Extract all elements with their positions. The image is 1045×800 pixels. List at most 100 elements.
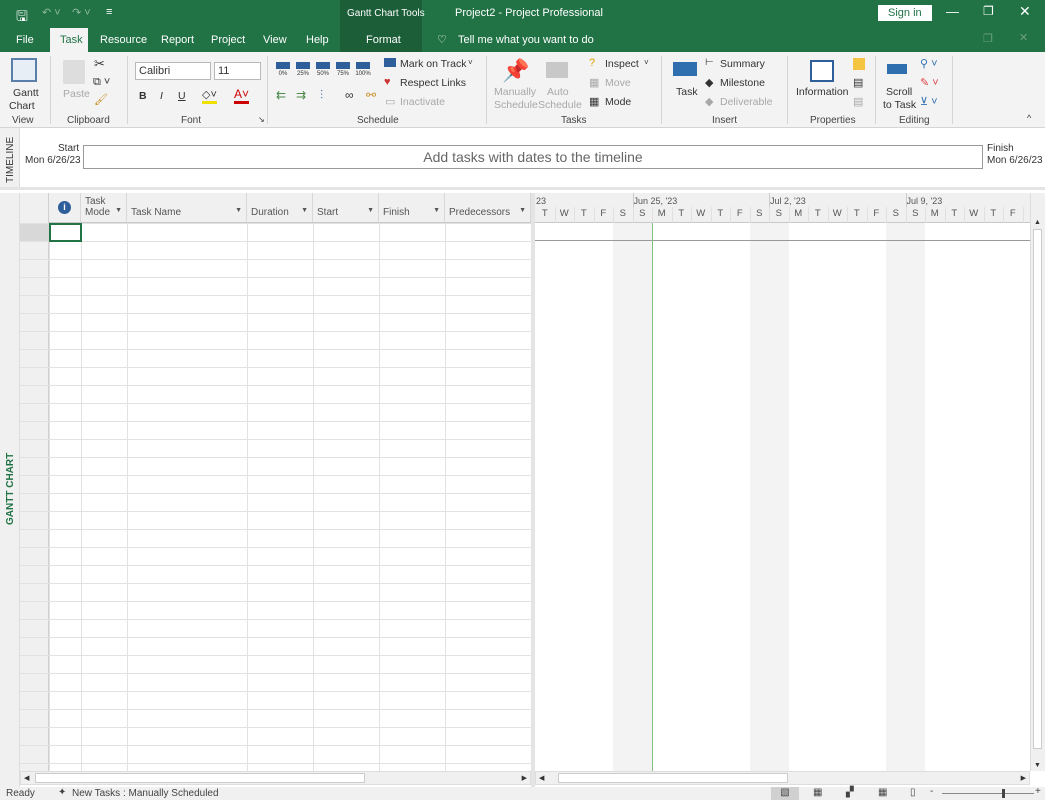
inactivate-button[interactable]: Inactivate (400, 96, 445, 108)
zoom-slider-thumb[interactable] (1002, 789, 1005, 798)
column-header-predecessors[interactable]: Predecessors ▼ (445, 193, 531, 223)
find-icon[interactable]: ⚲ ˅ (920, 57, 938, 70)
information-button[interactable]: Information (796, 86, 849, 98)
unlink-icon[interactable]: ⚯ (366, 88, 376, 102)
font-name-dropdown[interactable]: Calibri (135, 62, 211, 80)
dropdown-arrow-icon[interactable]: ▼ (301, 207, 308, 214)
table-horizontal-scrollbar[interactable]: ◀ ▶ (20, 771, 531, 785)
mode-button[interactable]: Mode (605, 96, 631, 108)
paste-button[interactable]: Paste (63, 88, 90, 100)
outdent-icon[interactable]: ⇇ (276, 88, 286, 102)
active-cell[interactable] (49, 223, 82, 242)
highlight-color-icon[interactable]: ◇˅ (202, 88, 217, 104)
milestone-button[interactable]: Milestone (720, 77, 765, 89)
restore-icon[interactable]: ❐ (983, 4, 994, 18)
column-header-duration[interactable]: Duration ▼ (247, 193, 313, 223)
dropdown-arrow-icon[interactable]: ▼ (235, 207, 242, 214)
tab-report[interactable]: Report (151, 28, 204, 52)
summary-button[interactable]: Summary (720, 58, 765, 70)
move-button[interactable]: Move (605, 77, 631, 89)
percent-complete-0%-button[interactable] (276, 62, 290, 69)
resource-sheet-view-icon[interactable]: ▦ (878, 787, 887, 798)
dropdown-arrow-icon[interactable]: ▼ (367, 207, 374, 214)
team-planner-view-icon[interactable]: ▞ (846, 787, 854, 798)
close-doc-icon[interactable]: ✕ (1019, 31, 1028, 44)
restore-doc-icon[interactable]: ❐ (983, 32, 993, 45)
new-tasks-mode[interactable]: New Tasks : Manually Scheduled (72, 788, 219, 799)
notes-icon[interactable] (853, 58, 865, 70)
manually-schedule-button-line2[interactable]: Schedule (494, 99, 538, 111)
tab-help[interactable]: Help (296, 28, 339, 52)
vertical-scrollbar[interactable]: ▲ ▼ (1030, 193, 1045, 771)
gantt-view-icon[interactable]: ▧ (771, 787, 799, 800)
percent-complete-25%-button[interactable] (296, 62, 310, 69)
indent-icon[interactable]: ⇉ (296, 88, 306, 102)
minimize-icon[interactable]: — (946, 4, 959, 19)
zoom-out-icon[interactable]: - (930, 786, 933, 797)
gantt-chart-button[interactable]: Gantt (13, 87, 39, 99)
split-bar[interactable] (531, 193, 535, 787)
sign-in-button[interactable]: Sign in (878, 5, 932, 21)
underline-button[interactable]: U (178, 90, 186, 102)
timeline-bar[interactable]: Add tasks with dates to the timeline (83, 145, 983, 169)
details-icon[interactable]: ▤ (853, 76, 863, 89)
column-header-task-name[interactable]: Task Name ▼ (127, 193, 247, 223)
font-dialog-launcher-icon[interactable]: ↘ (258, 115, 265, 124)
close-icon[interactable]: ✕ (1019, 3, 1031, 20)
scroll-to-task-button[interactable]: Scroll (886, 86, 912, 98)
chevron-down-icon[interactable]: ˅ (468, 58, 473, 67)
italic-button[interactable]: I (160, 90, 163, 102)
task-usage-view-icon[interactable]: ▦ (813, 787, 822, 798)
scroll-to-task-button-line2[interactable]: to Task (883, 99, 916, 111)
copy-icon[interactable]: ⧉ ˅ (93, 76, 110, 89)
font-size-dropdown[interactable]: 11 (214, 62, 261, 80)
manually-schedule-button[interactable]: Manually (494, 86, 536, 98)
column-header-start[interactable]: Start ▼ (313, 193, 379, 223)
tab-task[interactable]: Task (50, 28, 88, 52)
zoom-slider[interactable] (942, 793, 1034, 794)
tab-project[interactable]: Project (201, 28, 255, 52)
tell-me-search[interactable]: Tell me what you want to do (458, 34, 594, 46)
customize-qat-icon[interactable]: ≡ (106, 6, 112, 18)
tab-format[interactable]: Format (356, 28, 411, 52)
percent-complete-75%-button[interactable] (336, 62, 350, 69)
format-painter-icon[interactable]: 🖌 (94, 93, 108, 106)
percent-complete-50%-button[interactable] (316, 62, 330, 69)
column-header-task-mode[interactable]: Task Mode ▼ (81, 193, 127, 223)
add-to-timeline-icon[interactable]: ▤ (853, 95, 863, 108)
mark-on-track-button[interactable]: Mark on Track (400, 58, 467, 70)
split-task-icon[interactable]: ⫶ (320, 88, 323, 103)
fill-icon[interactable]: ⊻ ˅ (920, 95, 938, 108)
respect-links-button[interactable]: Respect Links (400, 77, 466, 89)
insert-task-button[interactable]: Task (676, 86, 698, 98)
tab-file[interactable]: File (6, 28, 44, 52)
save-icon[interactable]: 🖫 (16, 6, 28, 30)
dropdown-arrow-icon[interactable]: ▼ (519, 207, 526, 214)
zoom-in-icon[interactable]: + (1035, 786, 1041, 797)
font-color-icon[interactable]: A˅ (234, 87, 250, 104)
dropdown-arrow-icon[interactable]: ▼ (433, 207, 440, 214)
paste-icon (63, 60, 85, 84)
deliverable-button[interactable]: Deliverable (720, 96, 773, 108)
percent-complete-100%-button[interactable] (356, 62, 370, 69)
inspect-button[interactable]: Inspect (605, 58, 639, 70)
tab-view[interactable]: View (253, 28, 297, 52)
chart-horizontal-scrollbar[interactable]: ◀ ▶ (535, 771, 1030, 785)
link-icon[interactable]: ∞ (345, 88, 354, 102)
dropdown-arrow-icon[interactable]: ▼ (115, 207, 122, 214)
indicators-icon[interactable]: i (58, 201, 71, 214)
tab-resource[interactable]: Resource (90, 28, 157, 52)
collapse-ribbon-icon[interactable]: ^ (1027, 113, 1031, 123)
undo-icon[interactable]: ↶ ˅ (42, 6, 61, 19)
clear-icon[interactable]: ✎ ˅ (920, 76, 939, 89)
auto-schedule-button-line2[interactable]: Schedule (538, 99, 582, 111)
column-header-finish[interactable]: Finish ▼ (379, 193, 445, 223)
selected-row-header[interactable] (20, 223, 49, 241)
bold-button[interactable]: B (139, 90, 147, 102)
redo-icon[interactable]: ↷ ˅ (72, 6, 91, 19)
chevron-down-icon[interactable]: ˅ (644, 58, 649, 67)
gantt-chart-button-line2[interactable]: Chart (9, 100, 35, 112)
auto-schedule-button[interactable]: Auto (547, 86, 569, 98)
report-view-icon[interactable]: ▯ (910, 787, 916, 798)
cut-icon[interactable]: ✂ (94, 56, 105, 72)
